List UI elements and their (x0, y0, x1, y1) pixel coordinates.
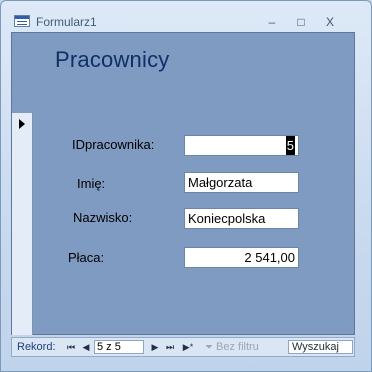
form-body: Pracownicy IDpracownika: 5 Imię: Małgorz… (11, 32, 355, 335)
id-field[interactable]: 5 (184, 135, 299, 156)
title-bar[interactable]: Formularz1 – □ X (1, 1, 371, 33)
window-title: Formularz1 (36, 15, 97, 29)
previous-record-button[interactable]: ◀ (80, 340, 92, 354)
salary-label: Płaca: (68, 250, 105, 265)
current-record-arrow-icon (19, 119, 25, 129)
form-window-icon (14, 15, 30, 27)
record-selector[interactable] (12, 113, 33, 335)
filter-icon: ⏷ (205, 342, 213, 353)
first-record-button[interactable]: ⏮ (65, 340, 77, 354)
last-record-button[interactable]: ⏭ (164, 340, 176, 354)
first-name-field[interactable]: Małgorzata (184, 172, 299, 193)
new-record-button[interactable]: ▶* (180, 340, 196, 354)
access-form-window: Formularz1 – □ X Pracownicy IDpracownika… (0, 0, 372, 372)
last-name-field[interactable]: Koniecpolska (184, 208, 299, 229)
last-name-label: Nazwisko: (73, 210, 133, 225)
search-input[interactable]: Wyszukaj (288, 340, 353, 354)
form-title: Pracownicy (55, 47, 170, 72)
id-label: IDpracownika: (72, 137, 155, 152)
minimize-button[interactable]: – (261, 13, 283, 31)
first-name-label: Imię: (77, 176, 106, 191)
record-navigation-bar: Rekord: ⏮ ◀ 5 z 5 ▶ ⏭ ▶* ⏷ Bez filtru Wys… (11, 337, 355, 357)
record-label: Rekord: (17, 341, 56, 353)
maximize-button[interactable]: □ (290, 13, 312, 31)
filter-label: Bez filtru (216, 341, 259, 353)
close-button[interactable]: X (319, 13, 341, 31)
record-position-input[interactable]: 5 z 5 (94, 340, 144, 354)
next-record-button[interactable]: ▶ (149, 340, 161, 354)
filter-toggle-button[interactable]: ⏷ Bez filtru (205, 340, 281, 354)
salary-field[interactable]: 2 541,00 (184, 247, 299, 268)
id-value: 5 (285, 136, 295, 155)
